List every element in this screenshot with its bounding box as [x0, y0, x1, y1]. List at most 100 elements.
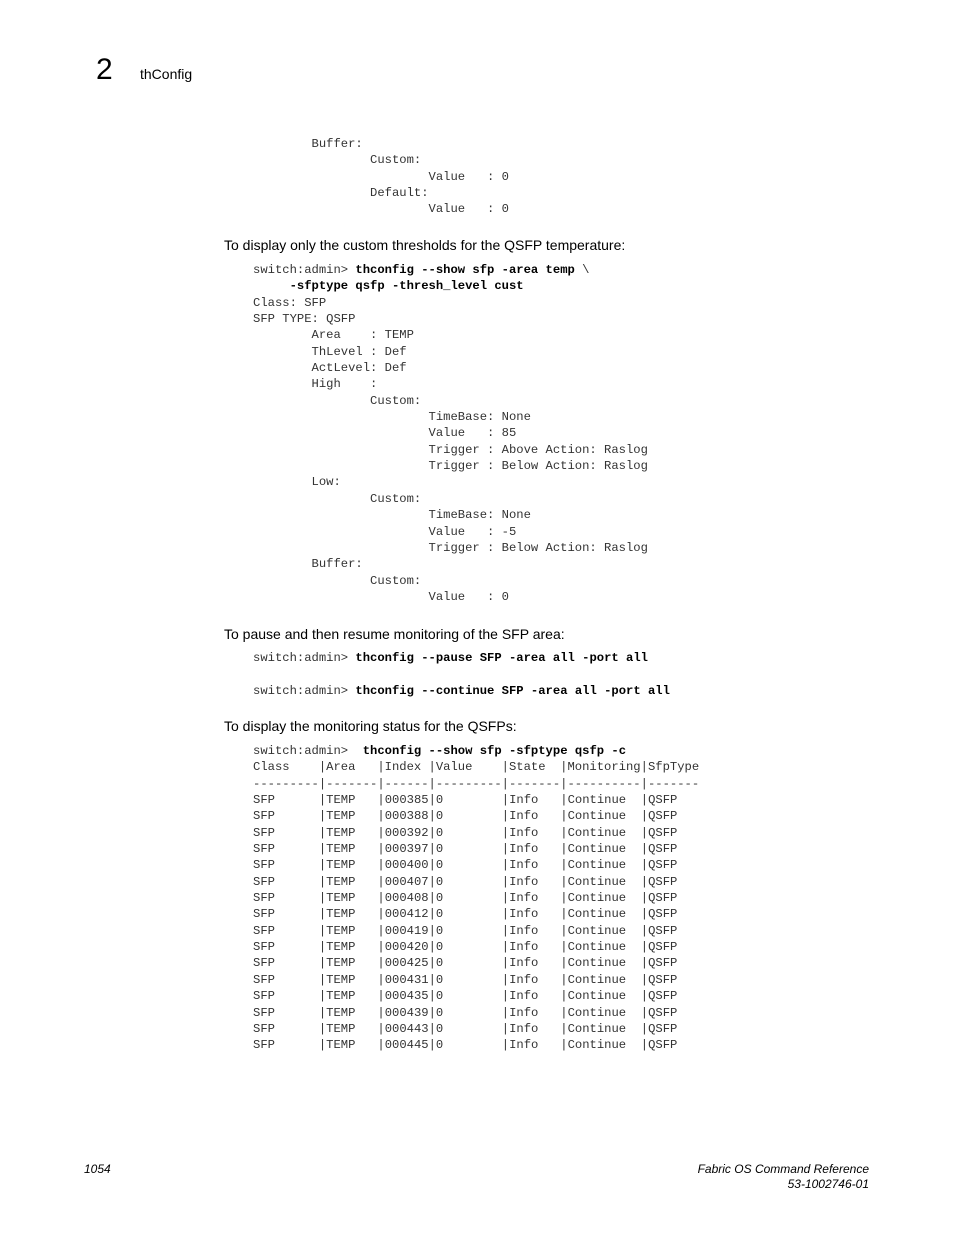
- table-cell-area: TEMP: [326, 1038, 378, 1053]
- code-line: ActLevel: Def: [253, 361, 407, 376]
- table-cell-sfptype: QSFP: [648, 940, 678, 955]
- table-cell-sfptype: QSFP: [648, 1021, 678, 1036]
- code-line: Value : 0: [253, 202, 509, 217]
- table-cell-value: 0: [435, 940, 502, 955]
- table-cell-state: Info: [509, 858, 561, 873]
- table-cell-value: 0: [435, 1038, 502, 1053]
- table-cell-sfptype: QSFP: [648, 1005, 678, 1020]
- table-cell-index: 000439: [384, 1005, 429, 1020]
- prompt: switch:admin>: [253, 744, 363, 758]
- prompt: [253, 279, 290, 293]
- code-line: Trigger : Below Action: Raslog: [253, 540, 648, 555]
- command: thconfig --show sfp -area temp: [355, 263, 583, 277]
- table-row: SFP |TEMP |000420|0 |Info |Continue |QSF…: [253, 940, 678, 955]
- table-cell-class: SFP: [253, 907, 319, 922]
- table-cell-class: SFP: [253, 874, 319, 889]
- table-cell-index: 000443: [384, 1021, 429, 1036]
- code-line: TimeBase: None: [253, 508, 531, 523]
- table-cell-index: 000435: [384, 989, 429, 1004]
- table-cell-value: 0: [435, 891, 502, 906]
- table-cell-class: SFP: [253, 891, 319, 906]
- command: thconfig --continue SFP -area all -port …: [355, 683, 670, 698]
- table-row: SFP |TEMP |000397|0 |Info |Continue |QSF…: [253, 842, 678, 857]
- table-cell-index: 000388: [384, 809, 429, 824]
- table-cell-sfptype: QSFP: [648, 907, 678, 922]
- table-row: SFP |TEMP |000425|0 |Info |Continue |QSF…: [253, 956, 678, 971]
- table-cell-area: TEMP: [326, 956, 378, 971]
- table-cell-monitoring: Continue: [567, 809, 641, 824]
- code-line: Value : -5: [253, 524, 517, 539]
- code-line: Trigger : Above Action: Raslog: [253, 442, 648, 457]
- table-cell-value: 0: [435, 989, 502, 1004]
- table-row: SFP |TEMP |000443|0 |Info |Continue |QSF…: [253, 1021, 678, 1036]
- table-row: SFP |TEMP |000385|0 |Info |Continue |QSF…: [253, 793, 678, 808]
- code-line: Buffer:: [253, 137, 363, 151]
- code-line: switch:admin> thconfig --show sfp -area …: [253, 262, 648, 278]
- table-cell-sfptype: QSFP: [648, 874, 678, 889]
- table-cell-sfptype: QSFP: [648, 891, 678, 906]
- chapter-number: 2: [96, 53, 113, 86]
- table-cell-class: SFP: [253, 1021, 319, 1036]
- code-block-custom-thresholds: switch:admin> thconfig --show sfp -area …: [253, 262, 648, 605]
- table-cell-state: Info: [509, 956, 561, 971]
- code-line: High :: [253, 377, 378, 392]
- table-cell-area: TEMP: [326, 1005, 378, 1020]
- table-cell-monitoring: Continue: [567, 956, 641, 971]
- table-row: SFP |TEMP |000445|0 |Info |Continue |QSF…: [253, 1038, 678, 1053]
- table-cell-class: SFP: [253, 956, 319, 971]
- table-cell-state: Info: [509, 989, 561, 1004]
- table-cell-index: 000400: [384, 858, 429, 873]
- code-line: Value : 0: [253, 169, 509, 184]
- table-cell-state: Info: [509, 842, 561, 857]
- table-cell-index: 000397: [384, 842, 429, 857]
- code-line: SFP TYPE: QSFP: [253, 312, 356, 327]
- table-cell-value: 0: [435, 956, 502, 971]
- table-cell-index: 000419: [384, 923, 429, 938]
- table-cell-value: 0: [435, 825, 502, 840]
- table-row: SFP |TEMP |000407|0 |Info |Continue |QSF…: [253, 874, 678, 889]
- table-cell-monitoring: Continue: [567, 874, 641, 889]
- command: thconfig --pause SFP -area all -port all: [355, 651, 648, 665]
- table-cell-monitoring: Continue: [567, 1021, 641, 1036]
- code-line: Value : 0: [253, 589, 509, 604]
- table-cell-value: 0: [435, 874, 502, 889]
- code-block-buffer-tail: Buffer: Custom: Value : 0 Default: Value…: [253, 136, 509, 218]
- table-cell-area: TEMP: [326, 923, 378, 938]
- table-cell-area: TEMP: [326, 858, 378, 873]
- code-block-monitoring-status: switch:admin> thconfig --show sfp -sfpty…: [253, 743, 699, 1054]
- code-line: Low:: [253, 475, 341, 490]
- table-cell-area: TEMP: [326, 972, 378, 987]
- table-cell-state: Info: [509, 809, 561, 824]
- table-cell-state: Info: [509, 923, 561, 938]
- table-row: SFP |TEMP |000435|0 |Info |Continue |QSF…: [253, 989, 678, 1004]
- table-cell-state: Info: [509, 891, 561, 906]
- table-cell-area: TEMP: [326, 793, 378, 808]
- table-cell-area: TEMP: [326, 1021, 378, 1036]
- table-cell-monitoring: Continue: [567, 1005, 641, 1020]
- table-cell-value: 0: [435, 907, 502, 922]
- table-cell-monitoring: Continue: [567, 989, 641, 1004]
- table-cell-class: SFP: [253, 842, 319, 857]
- table-cell-state: Info: [509, 1021, 561, 1036]
- table-cell-index: 000385: [384, 793, 429, 808]
- table-cell-class: SFP: [253, 1005, 319, 1020]
- running-title: thConfig: [140, 66, 193, 82]
- table-row: SFP |TEMP |000431|0 |Info |Continue |QSF…: [253, 972, 678, 987]
- table-cell-state: Info: [509, 1038, 561, 1053]
- table-row: SFP |TEMP |000400|0 |Info |Continue |QSF…: [253, 858, 678, 873]
- table-cell-value: 0: [435, 858, 502, 873]
- prompt: switch:admin>: [253, 263, 356, 277]
- table-cell-monitoring: Continue: [567, 842, 641, 857]
- table-cell-class: SFP: [253, 1038, 319, 1053]
- prompt: switch:admin>: [253, 683, 356, 698]
- table-cell-area: TEMP: [326, 809, 378, 824]
- code-block-pause-resume: switch:admin> thconfig --pause SFP -area…: [253, 650, 670, 699]
- table-cell-class: SFP: [253, 825, 319, 840]
- table-cell-class: SFP: [253, 793, 319, 808]
- code-line: Trigger : Below Action: Raslog: [253, 459, 648, 474]
- code-line: Custom:: [253, 573, 422, 588]
- command-line: switch:admin> thconfig --show sfp -sfpty…: [253, 743, 699, 759]
- table-cell-state: Info: [509, 874, 561, 889]
- table-cell-monitoring: Continue: [567, 972, 641, 987]
